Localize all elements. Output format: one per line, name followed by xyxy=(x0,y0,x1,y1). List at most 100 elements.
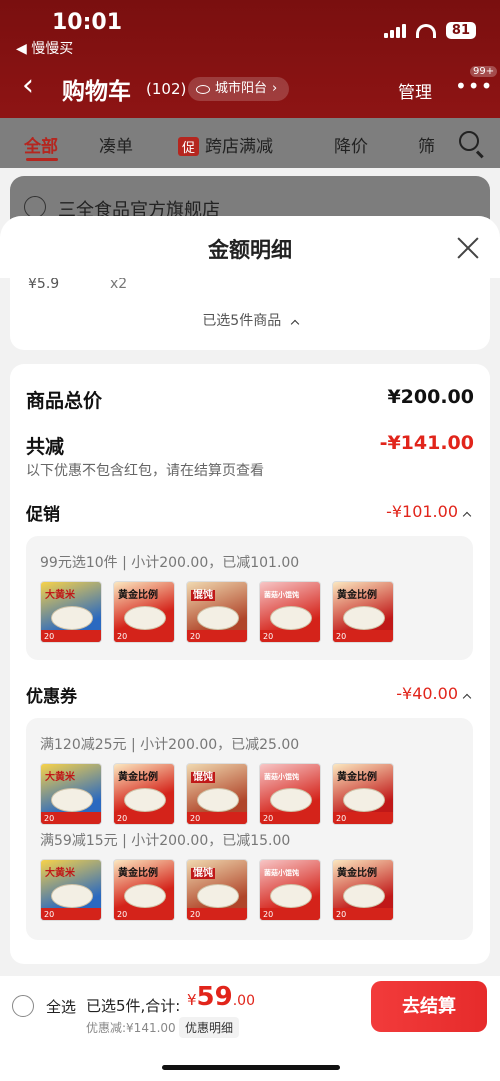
thumb-count: 20 xyxy=(190,910,201,919)
promo-thumbs: 大黄米 20 黄金比例 20 馄饨 20 菌菇小馄饨 20 黄金比例 20 xyxy=(40,581,394,643)
system-icons: 81 xyxy=(383,22,476,39)
product-thumb[interactable]: 黄金比例 20 xyxy=(332,763,394,825)
thumb-label: 黄金比例 xyxy=(118,772,158,783)
thumb-count: 20 xyxy=(336,632,347,641)
coupon-label: 优惠券 xyxy=(26,687,77,707)
thumb-plate xyxy=(343,788,385,812)
thumb-plate xyxy=(197,788,239,812)
thumb-plate xyxy=(270,788,312,812)
status-time: 10:01 xyxy=(52,10,123,35)
sheet-title: 金额明细 xyxy=(208,238,292,262)
coupon-toggle[interactable]: -¥40.00 xyxy=(396,684,472,703)
wifi-icon xyxy=(415,23,436,38)
product-thumb[interactable]: 黄金比例 20 xyxy=(113,763,175,825)
product-thumb[interactable]: 黄金比例 20 xyxy=(113,581,175,643)
tab-cross-store[interactable]: 促跨店满减 xyxy=(178,132,273,157)
chevron-up-icon xyxy=(290,319,299,329)
reduce-note: 以下优惠不包含红包，请在结算页查看 xyxy=(26,463,264,479)
home-indicator xyxy=(162,1065,340,1070)
item-qty: x2 xyxy=(110,278,128,292)
coupon-group: 满120减25元 | 小计200.00，已减25.00 大黄米 20 黄金比例 20… xyxy=(26,718,473,940)
signal-icon xyxy=(383,23,406,38)
coupon-thumbs-2: 大黄米 20 黄金比例 20 馄饨 20 菌菇小馄饨 20 黄金比例 20 xyxy=(40,859,394,921)
selected-items-card: ¥5.9 x2 已选5件商品 xyxy=(10,278,490,350)
thumb-count: 20 xyxy=(117,814,128,823)
shop-select-radio[interactable] xyxy=(24,196,46,218)
product-thumb[interactable]: 黄金比例 20 xyxy=(332,581,394,643)
search-icon[interactable] xyxy=(459,131,479,151)
thumb-count: 20 xyxy=(190,814,201,823)
status-bar: 10:01 ◀ 慢慢买 81 xyxy=(0,0,500,60)
manage-button[interactable]: 管理 xyxy=(398,78,432,103)
selected-summary: 已选5件,合计: xyxy=(86,997,181,1015)
total-price: ¥59.00 xyxy=(187,982,255,1012)
more-icon[interactable]: ••• xyxy=(455,74,493,98)
select-all-label[interactable]: 全选 xyxy=(46,996,76,1017)
tab-combine[interactable]: 凑单 xyxy=(99,132,133,157)
thumb-plate xyxy=(343,606,385,630)
thumb-count: 20 xyxy=(190,632,201,641)
coupon-thumbs-1: 大黄米 20 黄金比例 20 馄饨 20 菌菇小馄饨 20 黄金比例 20 xyxy=(40,763,394,825)
product-thumb[interactable]: 大黄米 20 xyxy=(40,763,102,825)
thumb-plate xyxy=(124,884,166,908)
thumb-plate xyxy=(270,606,312,630)
checkout-bar: 全选 已选5件,合计: ¥59.00 优惠减:¥141.00 优惠明细 去结算 xyxy=(0,976,500,1081)
chevron-left-icon[interactable]: ‹ xyxy=(22,68,34,104)
thumb-plate xyxy=(51,884,93,908)
total-label: 商品总价 xyxy=(26,390,103,412)
promo-tag-icon: 促 xyxy=(178,137,200,156)
thumb-label: 黄金比例 xyxy=(118,590,158,601)
tab-all[interactable]: 全部 xyxy=(24,132,58,161)
price-detail-card: 商品总价 ¥200.00 共减 -¥141.00 以下优惠不包含红包，请在结算页… xyxy=(10,364,490,964)
close-icon[interactable] xyxy=(456,236,480,260)
thumb-count: 20 xyxy=(263,910,274,919)
chevron-up-icon xyxy=(462,511,472,521)
product-thumb[interactable]: 馄饨 20 xyxy=(186,581,248,643)
thumb-plate xyxy=(197,884,239,908)
selected-toggle[interactable]: 已选5件商品 xyxy=(10,310,490,330)
coupon-value: -¥40.00 xyxy=(396,684,458,703)
page-title: 购物车 xyxy=(62,79,131,105)
thumb-count: 20 xyxy=(263,814,274,823)
product-thumb[interactable]: 大黄米 20 xyxy=(40,581,102,643)
address-selector[interactable]: 城市阳台 › xyxy=(188,77,290,101)
eye-icon xyxy=(196,84,210,94)
select-all-radio[interactable] xyxy=(12,995,34,1017)
total-integer: 59 xyxy=(196,982,233,1012)
discount-detail-button[interactable]: 优惠明细 xyxy=(179,1017,240,1038)
amount-detail-sheet: 金额明细 ¥5.9 x2 已选5件商品 商品总价 ¥200.00 共减 -¥14… xyxy=(0,216,500,1081)
thumb-label: 馄饨 xyxy=(191,772,215,783)
currency-symbol: ¥ xyxy=(187,991,197,1009)
product-thumb[interactable]: 大黄米 20 xyxy=(40,859,102,921)
product-thumb[interactable]: 黄金比例 20 xyxy=(113,859,175,921)
nav-bar: ‹ 购物车 (102) 城市阳台 › 管理 ••• 99+ xyxy=(0,66,500,110)
thumb-label: 大黄米 xyxy=(45,590,75,601)
thumb-label: 菌菇小馄饨 xyxy=(264,773,299,781)
message-badge: 99+ xyxy=(470,66,498,77)
checkout-button[interactable]: 去结算 xyxy=(371,981,487,1032)
promo-toggle[interactable]: -¥101.00 xyxy=(386,502,472,521)
thumb-label: 菌菇小馄饨 xyxy=(264,869,299,877)
product-thumb[interactable]: 馄饨 20 xyxy=(186,763,248,825)
promo-group: 99元选10件 | 小计200.00，已减101.00 大黄米 20 黄金比例 20… xyxy=(26,536,473,660)
product-thumb[interactable]: 黄金比例 20 xyxy=(332,859,394,921)
thumb-label: 黄金比例 xyxy=(337,590,377,601)
product-thumb[interactable]: 菌菇小馄饨 20 xyxy=(259,859,321,921)
cart-header: 10:01 ◀ 慢慢买 81 ‹ 购物车 (102) 城市阳台 › 管理 •••… xyxy=(0,0,500,118)
product-thumb[interactable]: 菌菇小馄饨 20 xyxy=(259,763,321,825)
thumb-count: 20 xyxy=(336,814,347,823)
product-thumb[interactable]: 馄饨 20 xyxy=(186,859,248,921)
thumb-count: 20 xyxy=(336,910,347,919)
promo-group-title: 99元选10件 | 小计200.00，已减101.00 xyxy=(40,555,300,571)
thumb-label: 大黄米 xyxy=(45,772,75,783)
discount-summary: 优惠减:¥141.00 xyxy=(86,1021,176,1035)
tab-filter[interactable]: 筛 xyxy=(418,132,435,157)
thumb-count: 20 xyxy=(117,632,128,641)
total-decimal: .00 xyxy=(232,993,255,1009)
back-to-app-link[interactable]: ◀ 慢慢买 xyxy=(16,38,73,58)
thumb-count: 20 xyxy=(44,910,55,919)
selected-count-label: 已选5件商品 xyxy=(202,313,282,329)
cart-count: (102) xyxy=(146,80,187,98)
product-thumb[interactable]: 菌菇小馄饨 20 xyxy=(259,581,321,643)
tab-price-drop[interactable]: 降价 xyxy=(334,132,368,157)
